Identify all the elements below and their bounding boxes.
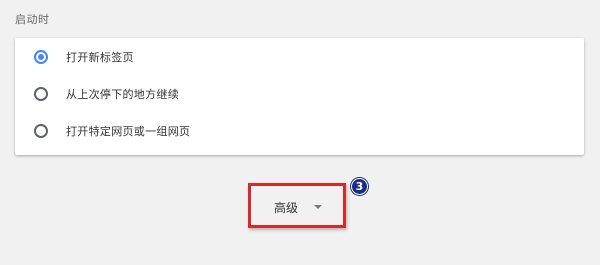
- startup-option-label: 打开特定网页或一组网页: [66, 125, 191, 138]
- step-number-badge: 3: [351, 178, 368, 195]
- startup-option-new-tab[interactable]: 打开新标签页: [15, 38, 584, 76]
- startup-section-title: 启动时: [15, 13, 50, 26]
- advanced-label: 高级: [274, 200, 299, 215]
- startup-options-card: 打开新标签页 从上次停下的地方继续 打开特定网页或一组网页: [15, 38, 584, 155]
- radio-button[interactable]: [34, 124, 48, 138]
- startup-option-label: 打开新标签页: [66, 51, 134, 64]
- radio-button[interactable]: [34, 87, 48, 101]
- startup-option-continue[interactable]: 从上次停下的地方继续: [15, 75, 584, 113]
- startup-option-label: 从上次停下的地方继续: [66, 88, 179, 101]
- startup-option-specific-pages[interactable]: 打开特定网页或一组网页: [15, 112, 584, 150]
- chevron-down-icon: [314, 205, 322, 209]
- advanced-settings-button[interactable]: 高级: [252, 188, 346, 226]
- radio-button-selected[interactable]: [34, 50, 48, 64]
